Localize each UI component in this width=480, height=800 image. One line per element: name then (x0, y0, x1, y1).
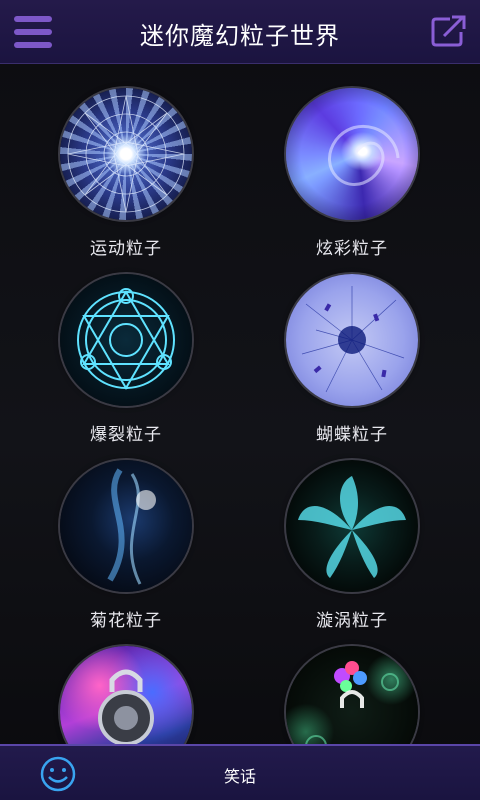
tile-label: 运动粒子 (90, 239, 162, 259)
tile-motion-particles[interactable]: 运动粒子 (26, 88, 226, 259)
share-button[interactable] (430, 14, 468, 48)
flower-thumbnail (286, 460, 418, 592)
tile-colorful-particles[interactable]: 炫彩粒子 (252, 88, 452, 259)
jokes-tab[interactable]: 笑话 (0, 763, 480, 787)
burst-thumbnail (286, 274, 418, 406)
tile-label: 爆裂粒子 (90, 425, 162, 445)
tile-label: 菊花粒子 (90, 611, 162, 631)
mandala-thumbnail (60, 88, 192, 220)
tile-label: 漩涡粒子 (316, 611, 388, 631)
tile-label: 蝴蝶粒子 (316, 425, 388, 445)
particle-grid: 运动粒子 炫彩粒子 爆裂粒子 蝴蝶粒子 菊花粒子 漩涡粒子 (0, 64, 480, 778)
top-bar: 迷你魔幻粒子世界 (0, 0, 480, 64)
external-share-icon (431, 15, 466, 47)
galaxy-thumbnail (286, 88, 418, 220)
magic-circle-thumbnail (60, 274, 192, 406)
tile-burst-particles[interactable]: 爆裂粒子 (26, 274, 226, 445)
tile-label: 炫彩粒子 (316, 239, 388, 259)
tile-butterfly-particles[interactable]: 蝴蝶粒子 (252, 274, 452, 445)
app-screen: 迷你魔幻粒子世界 运动粒子 炫彩粒子 爆裂粒子 蝴蝶粒子 菊花粒子 漩涡粒子 笑… (0, 0, 480, 800)
tile-chrysanthemum-particles[interactable]: 菊花粒子 (26, 460, 226, 631)
bottom-bar: 笑话 (0, 744, 480, 800)
tile-vortex-particles[interactable]: 漩涡粒子 (252, 460, 452, 631)
waterfall-thumbnail (60, 460, 192, 592)
page-title: 迷你魔幻粒子世界 (140, 22, 340, 50)
